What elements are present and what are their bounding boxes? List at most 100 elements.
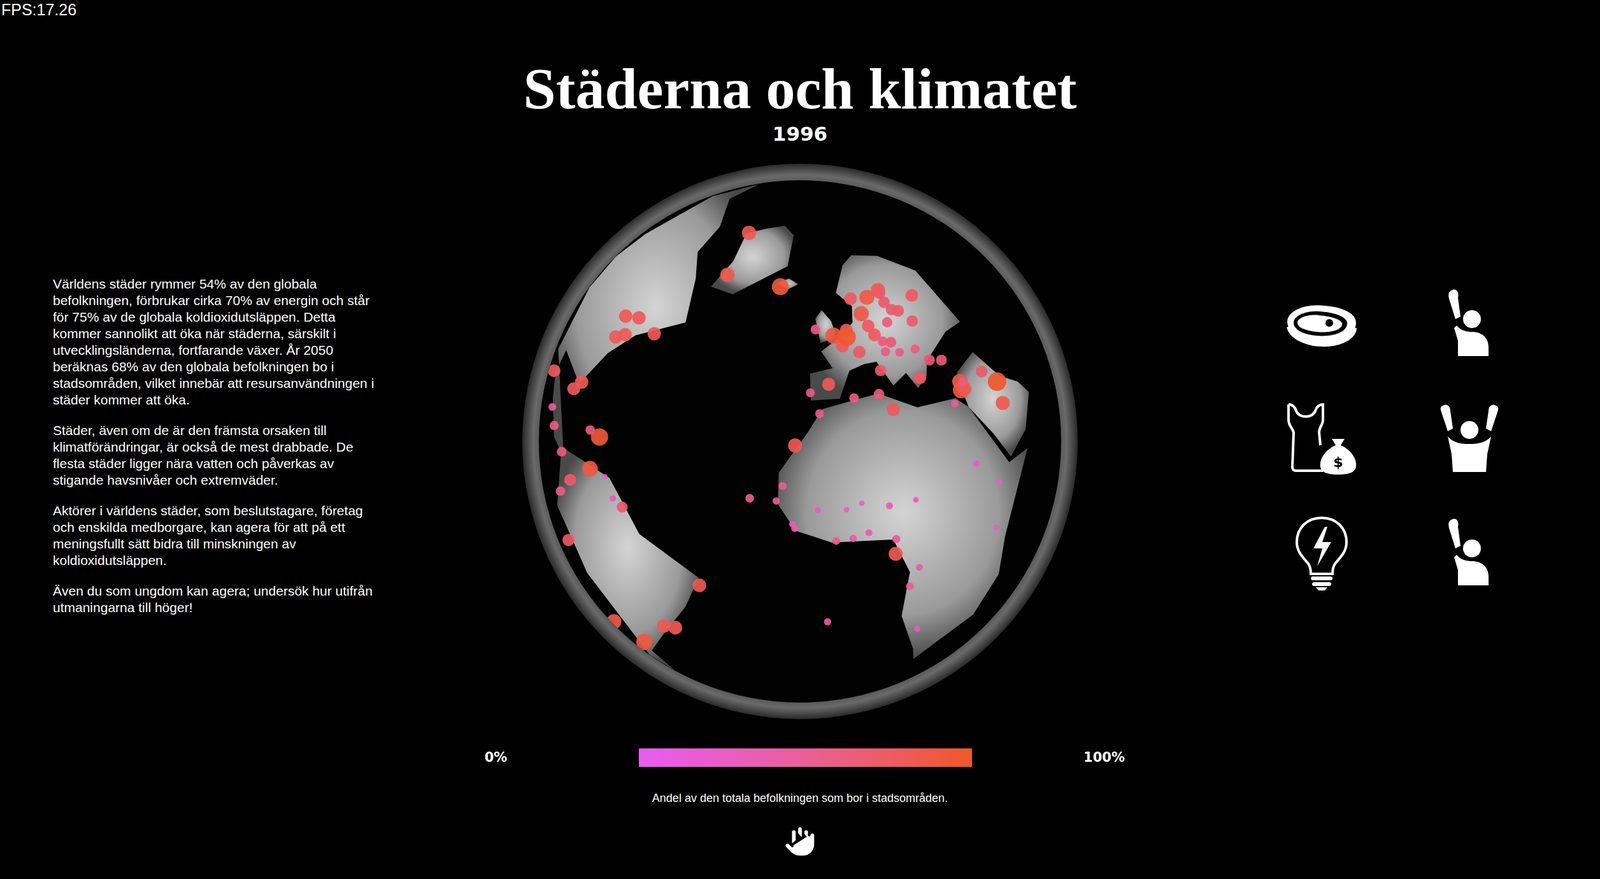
city-pin[interactable] — [692, 578, 706, 592]
city-pin[interactable] — [555, 485, 565, 496]
city-pin[interactable] — [905, 289, 919, 302]
legend-bar — [638, 748, 972, 767]
city-pin[interactable] — [843, 507, 850, 513]
city-pin[interactable] — [575, 375, 589, 389]
steak-icon — [1283, 298, 1360, 350]
city-pin[interactable] — [849, 534, 858, 543]
intro-paragraph: Städer, även om de är den främsta orsake… — [52, 422, 385, 489]
city-pin[interactable] — [787, 438, 802, 453]
city-pin[interactable] — [632, 310, 646, 325]
city-pin[interactable] — [873, 287, 885, 299]
hand-icon — [781, 822, 819, 860]
meat-challenge[interactable] — [1283, 285, 1360, 363]
city-pin[interactable] — [936, 354, 948, 366]
city-pin[interactable] — [772, 497, 781, 506]
city-pin[interactable] — [905, 582, 914, 590]
page: FPS:17.26Städerna och klimatet1996Världe… — [0, 0, 1600, 879]
city-pin[interactable] — [814, 507, 822, 515]
land-mass — [957, 352, 1030, 457]
city-pin[interactable] — [875, 364, 887, 377]
city-pin[interactable] — [987, 372, 1007, 392]
city-pin[interactable] — [906, 315, 918, 327]
city-pin[interactable] — [549, 421, 559, 430]
city-pin[interactable] — [957, 377, 967, 387]
city-pin[interactable] — [822, 377, 836, 392]
city-pin[interactable] — [910, 344, 920, 354]
city-pin[interactable] — [865, 529, 873, 537]
city-pin[interactable] — [996, 479, 1002, 485]
city-pin[interactable] — [885, 303, 898, 316]
city-pin[interactable] — [837, 328, 857, 347]
intro-paragraph: Även du som ungdom kan agera; undersök h… — [52, 582, 385, 616]
city-pin[interactable] — [892, 535, 901, 544]
city-pin[interactable] — [609, 495, 616, 502]
land-mass — [552, 184, 759, 460]
city-pin[interactable] — [859, 500, 865, 507]
fps-counter: FPS:17.26 — [1, 0, 77, 20]
city-pin[interactable] — [888, 547, 903, 562]
city-pin[interactable] — [657, 619, 671, 633]
stop-button[interactable] — [779, 821, 821, 862]
city-pin[interactable] — [882, 317, 893, 328]
svg-text:$: $ — [1333, 454, 1343, 471]
city-pin[interactable] — [647, 326, 662, 341]
city-pin[interactable] — [993, 524, 1000, 531]
city-pin[interactable] — [832, 536, 841, 545]
city-pin[interactable] — [608, 329, 623, 344]
city-pin[interactable] — [868, 328, 881, 342]
legend: 0%100% — [464, 744, 1137, 771]
ocean — [538, 180, 1062, 703]
engage-challenge[interactable] — [1431, 400, 1508, 478]
globe[interactable] — [519, 161, 1081, 722]
city-pin[interactable] — [973, 460, 980, 467]
city-pin[interactable] — [745, 493, 755, 503]
city-pin[interactable] — [880, 347, 891, 357]
city-pin[interactable] — [873, 389, 885, 400]
act-challenge[interactable] — [1431, 515, 1508, 592]
city-pin[interactable] — [914, 371, 927, 385]
city-pin[interactable] — [778, 482, 787, 491]
city-pin[interactable] — [975, 365, 988, 378]
city-pin[interactable] — [562, 533, 575, 546]
city-pin[interactable] — [582, 461, 599, 478]
city-pin[interactable] — [843, 292, 857, 306]
city-pin[interactable] — [547, 364, 561, 378]
energy-challenge[interactable] — [1283, 515, 1360, 592]
city-pin[interactable] — [616, 501, 628, 513]
city-pin[interactable] — [636, 633, 653, 650]
city-pin[interactable] — [668, 621, 683, 635]
city-pin[interactable] — [995, 396, 1010, 411]
city-pin[interactable] — [894, 347, 904, 357]
city-pin[interactable] — [742, 225, 757, 240]
city-pin[interactable] — [914, 625, 921, 632]
city-pin[interactable] — [849, 392, 859, 403]
city-pin[interactable] — [602, 474, 608, 480]
city-pin[interactable] — [591, 428, 609, 446]
city-pin[interactable] — [564, 473, 577, 486]
city-pin[interactable] — [923, 354, 935, 365]
city-pin[interactable] — [548, 403, 557, 411]
intro-paragraph: Aktörer i världens städer, som beslutsta… — [52, 502, 385, 569]
city-pin[interactable] — [810, 324, 821, 335]
city-pin[interactable] — [950, 399, 959, 408]
city-pin[interactable] — [606, 614, 622, 630]
city-pin[interactable] — [853, 306, 869, 322]
city-pin[interactable] — [720, 267, 735, 282]
header: Städerna och klimatet1996 — [523, 56, 1078, 147]
city-pin[interactable] — [886, 402, 900, 416]
city-pin[interactable] — [789, 521, 796, 528]
city-pin[interactable] — [556, 447, 567, 457]
city-pin[interactable] — [852, 345, 866, 359]
city-pin[interactable] — [824, 618, 832, 626]
city-pin[interactable] — [771, 278, 790, 296]
bag-money-icon: $ — [1283, 400, 1360, 478]
city-pin[interactable] — [619, 309, 633, 323]
city-pin[interactable] — [915, 563, 923, 571]
city-pin[interactable] — [913, 496, 920, 503]
raise-voice-challenge[interactable] — [1431, 285, 1508, 363]
consumption-challenge[interactable]: $ — [1283, 400, 1360, 478]
city-pin[interactable] — [885, 336, 897, 348]
city-pin[interactable] — [805, 388, 815, 398]
city-pin[interactable] — [815, 409, 825, 419]
city-pin[interactable] — [885, 502, 893, 510]
